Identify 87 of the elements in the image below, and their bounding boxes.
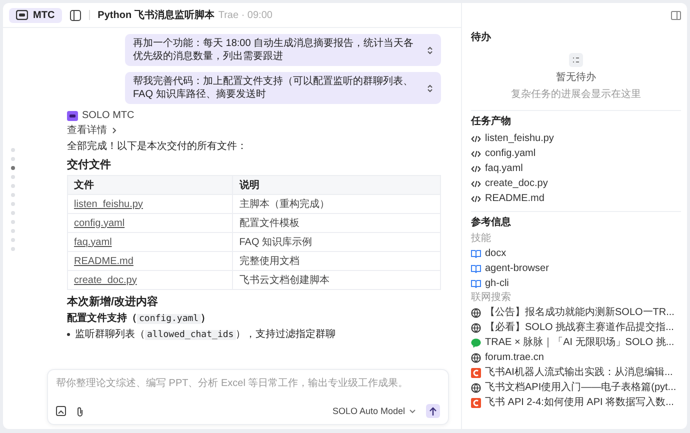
- artifact-item[interactable]: config.yaml: [471, 146, 681, 161]
- skill-item[interactable]: docx: [471, 246, 681, 261]
- paperclip-icon[interactable]: [76, 406, 84, 416]
- artifact-item[interactable]: faq.yaml: [471, 161, 681, 176]
- file-link[interactable]: faq.yaml: [74, 236, 112, 248]
- table-cell: FAQ 知识库示例: [232, 232, 440, 252]
- nav-dot[interactable]: [11, 148, 15, 152]
- nav-dot[interactable]: [11, 166, 15, 170]
- search-result[interactable]: 飞书 API 2-4:如何使用 API 将数据写入数...: [471, 395, 681, 410]
- nav-dot[interactable]: [11, 220, 15, 224]
- artifact-item[interactable]: create_doc.py: [471, 176, 681, 191]
- nav-dot[interactable]: [11, 202, 15, 206]
- nav-dot[interactable]: [11, 175, 15, 179]
- search-result[interactable]: 【公告】报名成功就能内测新SOLO一TR...: [471, 305, 681, 320]
- code-icon: [471, 164, 481, 172]
- chat-bubble-icon: [471, 338, 481, 348]
- book-icon: [471, 249, 481, 258]
- artifact-item[interactable]: listen_feishu.py: [471, 131, 681, 146]
- robot-icon: [67, 110, 78, 120]
- group-label: 技能: [471, 232, 492, 246]
- panel-heading: 任务产物: [471, 114, 512, 128]
- nav-dot[interactable]: [11, 238, 15, 242]
- artifact-item[interactable]: README.md: [471, 191, 681, 206]
- c-logo-icon: [471, 398, 481, 408]
- checklist-icon: [569, 53, 583, 67]
- details-link[interactable]: 查看详情: [67, 123, 117, 137]
- search-result[interactable]: 飞书文档API使用入门——电子表格篇(pyt...: [471, 380, 681, 395]
- nav-dot[interactable]: [11, 157, 15, 161]
- user-message[interactable]: 帮我完善代码：加上配置文件支持（可以配置监听的群聊列表、FAQ 知识库路径、摘要发送时: [125, 72, 441, 104]
- globe-icon: [471, 308, 481, 318]
- c-logo-icon: [471, 368, 481, 378]
- file-link[interactable]: config.yaml: [74, 218, 125, 228]
- table-cell: 配置文件模板: [232, 214, 440, 232]
- section-heading: 本次新增/改进内容: [67, 294, 160, 309]
- table-cell: 完整使用文档: [232, 252, 440, 270]
- skill-item[interactable]: gh-cli: [471, 276, 681, 291]
- table-cell: 主脚本（重构完成）: [232, 194, 440, 214]
- skill-item[interactable]: agent-browser: [471, 261, 681, 276]
- column-header: 文件: [68, 176, 233, 194]
- code-icon: [471, 194, 481, 202]
- user-message[interactable]: 再加一个功能：每天 18:00 自动生成消息摘要报告，统计当天各优先级的消息数量，列出需要跟进: [125, 34, 441, 66]
- agent-name: SOLO MTC: [82, 110, 134, 121]
- message-text: 再加一个功能：每天 18:00 自动生成消息摘要报告，统计当天各优先级的消息数量，列出需要跟进: [133, 37, 415, 63]
- send-button[interactable]: [426, 404, 440, 418]
- bullet-text: 监听群聊列表（ allowed_chat_ids ），支持过滤指定群聊: [75, 328, 336, 341]
- bullet-icon: [67, 332, 70, 336]
- message-text: 帮我完善代码：加上配置文件支持（可以配置监听的群聊列表、FAQ 知识库路径、摘要发送时: [133, 75, 414, 101]
- robot-icon: [16, 10, 28, 20]
- sidebar-toggle-icon[interactable]: [70, 10, 81, 20]
- code-icon: [471, 150, 481, 158]
- code-icon: [471, 180, 481, 188]
- globe-icon: [471, 352, 481, 362]
- chevron-right-icon: [111, 126, 117, 134]
- search-result[interactable]: TRAE × 脉脉｜「AI 无限职场」SOLO 挑...: [471, 335, 681, 350]
- reply-text: 全部完成！以下是本次交付的所有文件：: [67, 140, 248, 153]
- column-header: 说明: [232, 176, 440, 194]
- collapse-panel-icon[interactable]: [671, 10, 681, 20]
- empty-title: 暂无待办: [556, 70, 596, 84]
- nav-dot[interactable]: [11, 211, 15, 215]
- agent-badge-label: MTC: [33, 10, 55, 20]
- chat-meta: Trae · 09:00: [218, 10, 272, 20]
- section-heading: 交付文件: [67, 158, 112, 172]
- model-selector[interactable]: SOLO Auto Model: [332, 406, 416, 416]
- chevron-down-icon: [409, 408, 416, 414]
- panel-heading: 参考信息: [471, 216, 512, 229]
- globe-icon: [471, 322, 481, 332]
- search-result[interactable]: forum.trae.cn: [471, 350, 681, 365]
- nav-dot[interactable]: [11, 247, 15, 251]
- nav-dot[interactable]: [11, 193, 15, 197]
- search-result[interactable]: 飞书AI机器人流式输出实践：从消息编辑...: [471, 365, 681, 380]
- expand-icon[interactable]: [427, 84, 433, 92]
- empty-hint: 复杂任务的进展会显示在这里: [511, 88, 641, 101]
- nav-dot[interactable]: [11, 184, 15, 188]
- nav-dot[interactable]: [11, 229, 15, 233]
- subheading: 配置文件支持（ config.yaml ）: [67, 312, 212, 325]
- agent-badge[interactable]: MTC: [9, 8, 62, 22]
- chat-title: Python 飞书消息监听脚本: [98, 8, 214, 22]
- panel-heading: 待办: [471, 30, 492, 44]
- expand-icon[interactable]: [427, 46, 433, 54]
- book-icon: [471, 279, 481, 288]
- group-label: 联网搜索: [471, 291, 512, 305]
- code-icon: [471, 134, 481, 142]
- arrow-up-icon: [429, 406, 437, 416]
- table-cell: 飞书云文档创建脚本: [232, 270, 440, 290]
- globe-icon: [471, 382, 481, 392]
- book-icon: [471, 264, 481, 273]
- search-result[interactable]: 【必看】SOLO 挑战赛主赛道作品提交指...: [471, 320, 681, 335]
